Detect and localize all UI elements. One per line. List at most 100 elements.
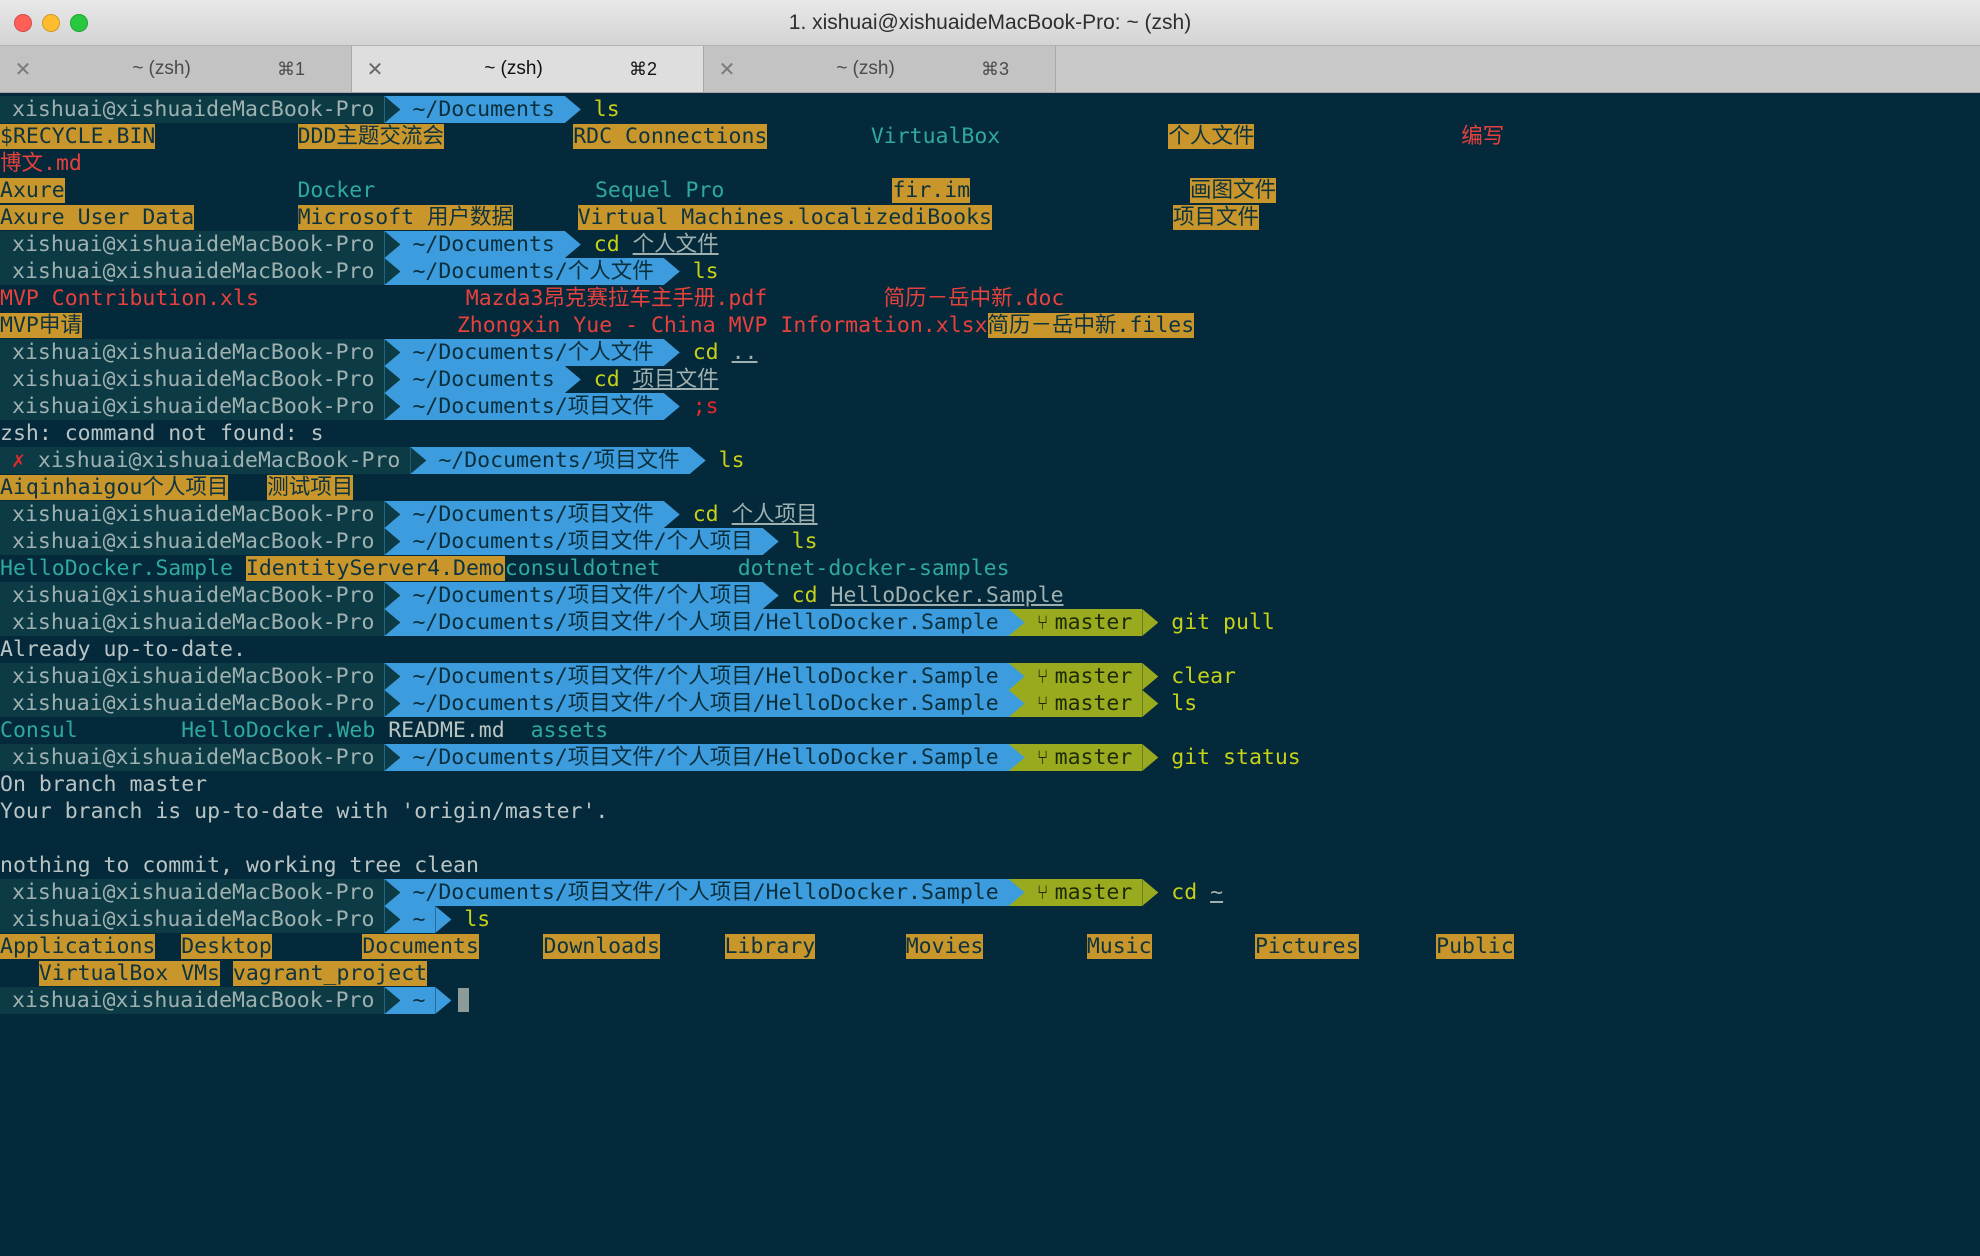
prompt-host-segment: xishuai@xishuaideMacBook-Pro: [0, 690, 385, 717]
title-bar: 1. xishuai@xishuaideMacBook-Pro: ~ (zsh): [0, 0, 1980, 46]
prompt-separator-icon: [1142, 663, 1159, 690]
tab-2[interactable]: ✕ ~ (zsh) ⌘2: [352, 46, 704, 92]
bad-command-text: ;s: [692, 394, 719, 419]
prompt-path-segment: ~/Documents/项目文件: [426, 447, 690, 474]
shell-prompt: xishuai@xishuaideMacBook-Pro ~/Documents/…: [0, 339, 680, 366]
ls-entry: Public: [1436, 934, 1514, 959]
prompt-branch-label: master: [1054, 610, 1133, 635]
prompt-separator-icon: [762, 528, 779, 555]
prompt-separator-icon: [410, 447, 427, 474]
git-status-output-line: nothing to commit, working tree clean: [0, 852, 1980, 879]
command-text: ls: [593, 97, 620, 122]
prompt-line-cd-up: xishuai@xishuaideMacBook-Pro ~/Documents/…: [0, 339, 1980, 366]
shell-prompt: xishuai@xishuaideMacBook-Pro ~/Documents/…: [0, 663, 1159, 690]
prompt-line-cd-personal-projects: xishuai@xishuaideMacBook-Pro ~/Documents/…: [0, 501, 1980, 528]
prompt-host-label: xishuai@xishuaideMacBook-Pro: [37, 448, 401, 473]
command-text: cd: [1171, 880, 1198, 905]
close-window-button[interactable]: [14, 13, 32, 32]
command-arg: 项目文件: [632, 367, 719, 392]
prompt-host-segment: xishuai@xishuaideMacBook-Pro: [0, 366, 385, 393]
prompt-line-cd-projects: xishuai@xishuaideMacBook-Pro ~/Documents …: [0, 366, 1980, 393]
prompt-host-label: xishuai@xishuaideMacBook-Pro: [12, 529, 375, 554]
traffic-lights[interactable]: [14, 13, 88, 32]
git-pull-output-line: Already up-to-date.: [0, 636, 1980, 663]
close-icon[interactable]: ✕: [0, 57, 46, 82]
text-cursor: [458, 988, 470, 1012]
prompt-line-ls-personal: xishuai@xishuaideMacBook-Pro ~/Documents/…: [0, 258, 1980, 285]
command-text: ls: [464, 907, 491, 932]
prompt-path-segment: ~: [400, 906, 436, 933]
ls-entry: 个人文件: [1168, 124, 1255, 149]
prompt-separator-icon: [384, 501, 401, 528]
prompt-host-segment: xishuai@xishuaideMacBook-Pro: [0, 582, 385, 609]
ls-entry: Consul: [0, 718, 78, 743]
prompt-line-ls-hellodocker: xishuai@xishuaideMacBook-Pro ~/Documents/…: [0, 690, 1980, 717]
ls-entry: RDC Connections: [573, 124, 768, 149]
prompt-separator-icon: [384, 879, 401, 906]
ls-output-row: Consul HelloDocker.Web README.md assets: [0, 717, 1980, 744]
tab-bar-filler: [1056, 46, 1980, 92]
prompt-separator-icon: [384, 366, 401, 393]
command-text: ls: [791, 529, 818, 554]
git-branch-icon: ⑂: [1036, 610, 1049, 634]
prompt-host-segment: xishuai@xishuaideMacBook-Pro: [0, 663, 385, 690]
prompt-separator-icon: [384, 906, 401, 933]
ls-entry: 博文.md: [0, 151, 82, 176]
close-icon[interactable]: ✕: [352, 57, 398, 82]
ls-entry: iBooks: [914, 205, 992, 230]
prompt-host-label: xishuai@xishuaideMacBook-Pro: [12, 664, 375, 689]
ls-entry: 测试项目: [267, 475, 354, 500]
terminal-output[interactable]: xishuai@xishuaideMacBook-Pro ~/Documents …: [0, 93, 1980, 1256]
ls-entry: Virtual Machines.localized: [577, 205, 915, 230]
tab-3-title: ~ (zsh): [836, 58, 895, 79]
prompt-line-ls-home: xishuai@xishuaideMacBook-Pro ~ ls: [0, 906, 1980, 933]
prompt-separator-icon: [384, 609, 401, 636]
output-text: On branch master: [0, 772, 208, 797]
prompt-host-segment: xishuai@xishuaideMacBook-Pro: [0, 906, 385, 933]
prompt-separator-icon: [1142, 609, 1159, 636]
ls-entry: MVP申请: [0, 313, 82, 338]
zoom-window-button[interactable]: [70, 13, 88, 32]
output-text: Already up-to-date.: [0, 637, 246, 662]
prompt-line-cd-hellodocker: xishuai@xishuaideMacBook-Pro ~/Documents/…: [0, 582, 1980, 609]
prompt-line-bad-command: xishuai@xishuaideMacBook-Pro ~/Documents/…: [0, 393, 1980, 420]
prompt-separator-icon: [564, 231, 581, 258]
command-text: cd: [593, 232, 620, 257]
shell-prompt: xishuai@xishuaideMacBook-Pro ~/Documents/…: [0, 582, 779, 609]
prompt-separator-icon: [384, 690, 401, 717]
close-icon[interactable]: ✕: [704, 57, 750, 82]
command-text: git pull: [1171, 610, 1275, 635]
prompt-separator-icon: [762, 582, 779, 609]
command-text: ls: [718, 448, 745, 473]
prompt-separator-icon: [1142, 690, 1159, 717]
git-status-output-line: [0, 825, 1980, 852]
shell-prompt: xishuai@xishuaideMacBook-Pro ~/Documents: [0, 366, 581, 393]
tab-1-title: ~ (zsh): [132, 58, 191, 79]
ls-output-row: Aiqinhaigou个人项目 测试项目: [0, 474, 1980, 501]
prompt-host-label: xishuai@xishuaideMacBook-Pro: [12, 232, 375, 257]
command-text: clear: [1171, 664, 1237, 689]
command-arg: ..: [731, 340, 758, 365]
tab-3[interactable]: ✕ ~ (zsh) ⌘3: [704, 46, 1056, 92]
prompt-line-ls-documents: xishuai@xishuaideMacBook-Pro ~/Documents …: [0, 96, 1980, 123]
git-branch-icon: ⑂: [1036, 664, 1049, 688]
ls-entry: HelloDocker.Web: [181, 718, 376, 743]
ls-output-row: VirtualBox VMs vagrant_project: [0, 960, 1980, 987]
prompt-separator-icon: [384, 528, 401, 555]
prompt-branch-label: master: [1054, 691, 1133, 716]
prompt-host-label: xishuai@xishuaideMacBook-Pro: [12, 367, 375, 392]
prompt-line-cd-personal: xishuai@xishuaideMacBook-Pro ~/Documents …: [0, 231, 1980, 258]
git-branch-icon: ⑂: [1036, 880, 1049, 904]
prompt-git-segment: ⑂ master: [1024, 879, 1143, 906]
minimize-window-button[interactable]: [42, 13, 60, 32]
tab-1[interactable]: ✕ ~ (zsh) ⌘1: [0, 46, 352, 92]
command-arg: 个人文件: [632, 232, 719, 257]
prompt-host-segment: xishuai@xishuaideMacBook-Pro: [0, 258, 385, 285]
prompt-branch-label: master: [1054, 880, 1133, 905]
prompt-host-segment: xishuai@xishuaideMacBook-Pro: [0, 339, 385, 366]
prompt-host-segment: xishuai@xishuaideMacBook-Pro: [0, 987, 385, 1014]
ls-entry: 个人项目: [142, 475, 229, 500]
command-text: cd: [692, 502, 719, 527]
prompt-host-label: xishuai@xishuaideMacBook-Pro: [12, 907, 375, 932]
prompt-path-segment: ~/Documents/项目文件/个人项目: [400, 528, 763, 555]
